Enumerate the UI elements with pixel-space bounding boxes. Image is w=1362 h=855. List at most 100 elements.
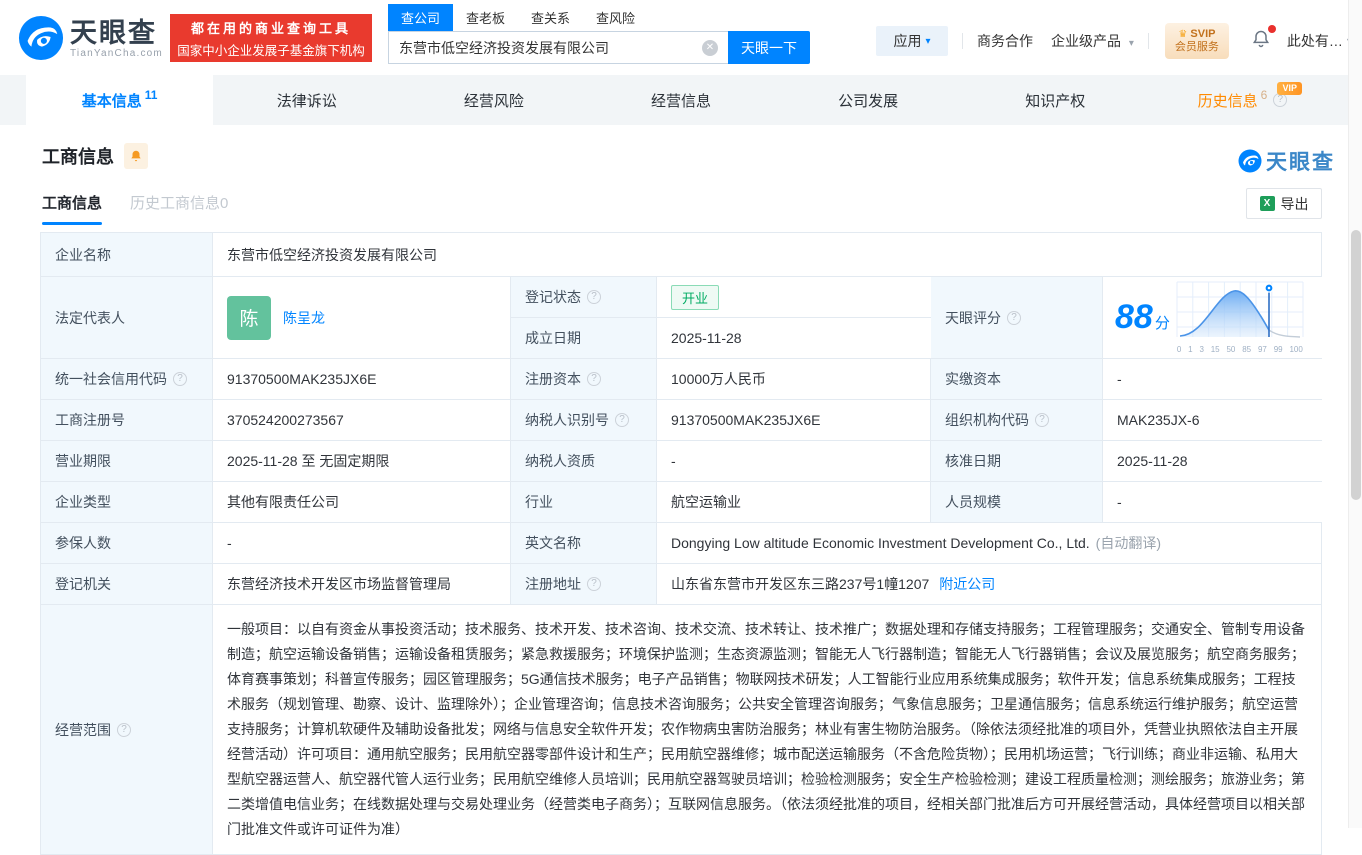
business-info-table: 企业名称 东营市低空经济投资发展有限公司 法定代表人 陈 陈呈龙 登记状态 ? …: [40, 232, 1322, 855]
scope-label: 经营范围: [55, 720, 111, 740]
tab-intellectual-property[interactable]: 知识产权: [962, 75, 1149, 125]
chart-x-ticks: 0131550859799100: [1176, 345, 1304, 354]
tab-company-development[interactable]: 公司发展: [775, 75, 962, 125]
english-name-value: Dongying Low altitude Economic Investmen…: [671, 535, 1090, 551]
help-icon[interactable]: ?: [173, 372, 187, 386]
score-distribution-chart: 0131550859799100: [1176, 281, 1304, 354]
english-name-label: 英文名称: [511, 523, 657, 563]
logo-subtitle: TianYanCha.com: [70, 48, 163, 59]
search-input[interactable]: [388, 31, 728, 64]
tab-count: 11: [145, 88, 158, 102]
staff-size-label: 人员规模: [931, 482, 1103, 522]
established-value: 2025-11-28: [657, 318, 931, 358]
taxpayer-quality-value: -: [657, 441, 931, 481]
help-icon[interactable]: ?: [1007, 311, 1021, 325]
tianyancha-logo-icon: [1238, 149, 1262, 173]
reg-authority-value: 东营经济技术开发区市场监督管理局: [213, 564, 511, 604]
bell-icon: [129, 149, 143, 163]
scope-value: 一般项目：以自有资金从事投资活动；技术服务、技术开发、技术咨询、技术交流、技术转…: [213, 605, 1321, 854]
help-icon[interactable]: ?: [587, 372, 601, 386]
watermark-text: 天眼查: [1266, 146, 1335, 176]
staff-size-value: -: [1103, 482, 1323, 522]
table-row: 企业名称 东营市低空经济投资发展有限公司: [41, 233, 1321, 277]
tab-operation-risk[interactable]: 经营风险: [400, 75, 587, 125]
company-name-value: 东营市低空经济投资发展有限公司: [213, 233, 1321, 276]
address-value: 山东省东营市开发区东三路237号1幢1207: [671, 574, 929, 594]
nearby-companies-link[interactable]: 附近公司: [939, 574, 995, 594]
table-row: 登记机关 东营经济技术开发区市场监督管理局 注册地址 ? 山东省东营市开发区东三…: [41, 564, 1321, 605]
account-menu[interactable]: 此处有… ▾: [1287, 31, 1352, 51]
chevron-down-icon: ▾: [1129, 38, 1134, 49]
subscribe-bell-button[interactable]: [124, 143, 148, 169]
paid-capital-value: -: [1103, 359, 1323, 399]
nav-cooperation[interactable]: 商务合作: [977, 31, 1033, 51]
svip-membership-button[interactable]: ♛ SVIP 会员服务: [1165, 23, 1229, 59]
help-icon[interactable]: ?: [587, 290, 601, 304]
tab-history-info[interactable]: VIP 历史信息 6 ?: [1149, 75, 1336, 125]
org-code-value: MAK235JX-6: [1103, 400, 1323, 440]
company-type-label: 企业类型: [41, 482, 213, 522]
table-row: 法定代表人 陈 陈呈龙 登记状态 ? 开业 成立日期 2025-11-2: [41, 277, 1321, 359]
watermark-logo: 天眼查: [1238, 146, 1335, 176]
table-row: 经营范围 ? 一般项目：以自有资金从事投资活动；技术服务、技术开发、技术咨询、技…: [41, 605, 1321, 855]
score-label: 天眼评分: [945, 308, 1001, 328]
subtab-bar: 工商信息 历史工商信息0: [42, 192, 256, 225]
help-icon[interactable]: ?: [1273, 93, 1287, 107]
tab-legal-litigation[interactable]: 法律诉讼: [213, 75, 400, 125]
site-logo[interactable]: 天眼查 TianYanCha.com: [18, 15, 163, 61]
nav-enterprise-products[interactable]: 企业级产品 ▾: [1051, 31, 1134, 51]
scrollbar-track: [1348, 0, 1362, 828]
taxpayer-id-value: 91370500MAK235JX6E: [657, 400, 931, 440]
search-tab-company[interactable]: 查公司: [388, 4, 453, 31]
help-icon[interactable]: ?: [615, 413, 629, 427]
promo-line2: 国家中小企业发展子基金旗下机构: [177, 40, 365, 59]
industry-label: 行业: [511, 482, 657, 522]
reg-status-label: 登记状态: [525, 287, 581, 307]
header: 天眼查 TianYanCha.com 都在用的商业查询工具 国家中小企业发展子基…: [0, 0, 1362, 75]
company-type-value: 其他有限责任公司: [213, 482, 511, 522]
org-code-label: 组织机构代码: [945, 410, 1029, 430]
search-tabs: 查公司 查老板 查关系 查风险: [388, 4, 810, 31]
taxpayer-quality-label: 纳税人资质: [511, 441, 657, 481]
tab-operation-info[interactable]: 经营信息: [587, 75, 774, 125]
reg-number-label: 工商注册号: [41, 400, 213, 440]
excel-icon: X: [1260, 196, 1275, 211]
table-row: 参保人数 - 英文名称 Dongying Low altitude Econom…: [41, 523, 1321, 564]
credit-code-label: 统一社会信用代码: [55, 369, 167, 389]
tianyancha-company-page: 天眼查 TianYanCha.com 都在用的商业查询工具 国家中小企业发展子基…: [0, 0, 1362, 828]
table-row: 企业类型 其他有限责任公司 行业 航空运输业 人员规模 -: [41, 482, 1321, 523]
export-button[interactable]: X 导出: [1246, 188, 1322, 219]
search-area: 查公司 查老板 查关系 查风险 ✕ 天眼一下: [388, 4, 810, 64]
industry-value: 航空运输业: [657, 482, 931, 522]
company-tab-bar: 基本信息 11 法律诉讼 经营风险 经营信息 公司发展 知识产权 VIP 历史信…: [0, 75, 1362, 125]
logo-title: 天眼查: [70, 18, 163, 48]
legal-rep-label: 法定代表人: [41, 277, 213, 358]
help-icon[interactable]: ?: [117, 723, 131, 737]
established-label: 成立日期: [511, 318, 657, 358]
insured-label: 参保人数: [41, 523, 213, 563]
promo-banner: 都在用的商业查询工具 国家中小企业发展子基金旗下机构: [170, 14, 372, 62]
promo-line1: 都在用的商业查询工具: [191, 18, 351, 37]
help-icon[interactable]: ?: [1035, 413, 1049, 427]
auto-translate-note: (自动翻译): [1096, 533, 1161, 553]
search-tab-risk[interactable]: 查风险: [583, 4, 648, 31]
subtab-history-business-info[interactable]: 历史工商信息0: [130, 192, 228, 225]
business-term-value: 2025-11-28 至 无固定期限: [213, 441, 511, 481]
help-icon[interactable]: ?: [587, 577, 601, 591]
legal-rep-avatar[interactable]: 陈: [227, 296, 271, 340]
legal-rep-link[interactable]: 陈呈龙: [283, 308, 325, 328]
taxpayer-id-label: 纳税人识别号: [525, 410, 609, 430]
search-tab-relation[interactable]: 查关系: [518, 4, 583, 31]
vip-badge: VIP: [1277, 82, 1302, 95]
tab-basic-info[interactable]: 基本信息 11: [26, 75, 213, 125]
score-unit: 分: [1155, 312, 1170, 333]
subtab-business-info[interactable]: 工商信息: [42, 192, 102, 225]
credit-code-value: 91370500MAK235JX6E: [213, 359, 511, 399]
search-tab-boss[interactable]: 查老板: [453, 4, 518, 31]
clear-search-icon[interactable]: ✕: [702, 40, 718, 56]
notifications-button[interactable]: [1251, 29, 1271, 54]
approval-date-label: 核准日期: [931, 441, 1103, 481]
scrollbar-thumb[interactable]: [1351, 230, 1361, 500]
search-button[interactable]: 天眼一下: [728, 31, 810, 64]
nav-apps-dropdown[interactable]: 应用 ▾: [876, 26, 948, 56]
